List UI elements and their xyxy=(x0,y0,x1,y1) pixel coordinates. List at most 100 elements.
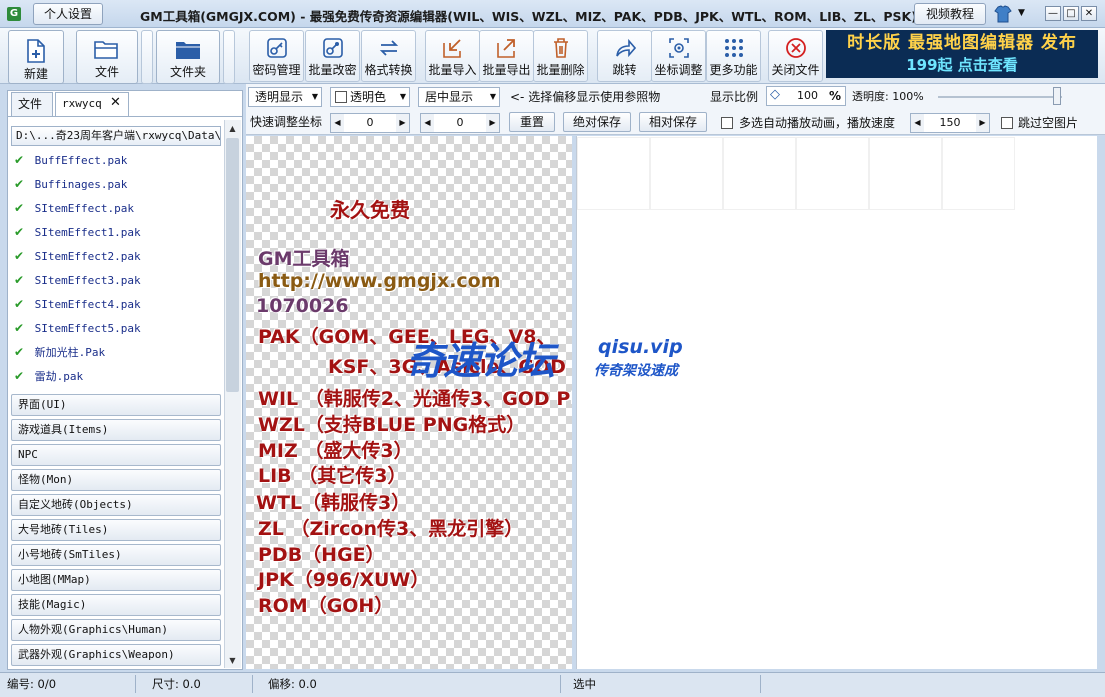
maximize-button[interactable]: □ xyxy=(1063,6,1079,21)
spin-right-icon[interactable]: ▶ xyxy=(396,114,409,132)
key-icon xyxy=(266,38,287,58)
file-label: 文件 xyxy=(94,65,119,79)
checkmark-icon: ✔ xyxy=(14,297,25,311)
skip-empty-checkbox[interactable] xyxy=(1001,117,1013,129)
opacity-slider-track[interactable] xyxy=(938,96,1062,98)
batch-password-button[interactable]: 批量改密 xyxy=(305,30,360,82)
spin-left-icon[interactable]: ◀ xyxy=(331,114,344,132)
dropdown-arrow-icon[interactable]: ▼ xyxy=(1018,8,1025,18)
batch-export-button[interactable]: 批量导出 xyxy=(479,30,534,82)
align-select[interactable]: 居中显示 ▼ xyxy=(418,87,500,107)
scroll-up-icon[interactable]: ▲ xyxy=(226,122,239,136)
personal-settings-button[interactable]: 个人设置 xyxy=(33,3,103,25)
password-manage-button[interactable]: 密码管理 xyxy=(249,30,304,82)
window-title: GM工具箱(GMGJX.COM) - 最强免费传奇资源编辑器(WIL、WIS、W… xyxy=(140,9,917,24)
promo-banner[interactable]: 时长版 最强地图编辑器 发布 199起 点击查看 xyxy=(826,30,1098,78)
scale-input[interactable]: ◇ 100 % xyxy=(766,86,846,106)
spin-right-icon[interactable]: ▶ xyxy=(486,114,499,132)
tab-close-icon[interactable]: ✕ xyxy=(110,95,121,110)
jump-button[interactable]: 跳转 xyxy=(597,30,652,82)
minimize-button[interactable]: — xyxy=(1045,6,1061,21)
close-file-label: 关闭文件 xyxy=(771,63,820,77)
file-name: BuffEffect.pak xyxy=(34,154,128,167)
category-objects[interactable]: 自定义地砖(Objects) xyxy=(11,494,221,516)
file-item[interactable]: ✔ SItemEffect3.pak xyxy=(14,269,141,291)
file-item[interactable]: ✔ SItemEffect4.pak xyxy=(14,293,141,315)
import-icon xyxy=(442,39,461,58)
absolute-save-button[interactable]: 绝对保存 xyxy=(563,112,631,132)
file-name: SItemEffect1.pak xyxy=(34,226,141,239)
folder-button[interactable]: 文件夹 xyxy=(156,30,220,84)
file-name: Buffinages.pak xyxy=(34,178,128,191)
close-window-button[interactable]: ✕ xyxy=(1081,6,1097,21)
video-tutorial-button[interactable]: 视频教程 xyxy=(914,3,986,25)
spin-right-icon[interactable]: ▶ xyxy=(976,114,989,132)
file-item[interactable]: ✔ BuffEffect.pak xyxy=(14,149,127,171)
coord-adjust-button[interactable]: 坐标调整 xyxy=(651,30,706,82)
coord-x-value: 0 xyxy=(366,116,374,129)
file-item[interactable]: ✔ Buffinages.pak xyxy=(14,173,127,195)
status-divider xyxy=(760,675,761,693)
coord-y-spinner[interactable]: ◀ 0 ▶ xyxy=(420,113,500,133)
format-convert-button[interactable]: 格式转换 xyxy=(361,30,416,82)
opacity-label: 透明度: 100% xyxy=(852,90,924,103)
display-mode-value: 透明显示 xyxy=(255,90,304,104)
new-button[interactable]: 新建 xyxy=(8,30,64,84)
file-item[interactable]: ✔ SItemEffect.pak xyxy=(14,197,134,219)
category-weapon[interactable]: 武器外观(Graphics\Weapon) xyxy=(11,644,221,666)
checkmark-icon: ✔ xyxy=(14,345,25,359)
file-item[interactable]: ✔ 雷劫.pak xyxy=(14,365,83,387)
scroll-thumb[interactable] xyxy=(226,138,239,392)
batch-delete-button[interactable]: 批量删除 xyxy=(533,30,588,82)
transparent-color-value: 透明色 xyxy=(350,90,387,104)
category-human[interactable]: 人物外观(Graphics\Human) xyxy=(11,619,221,641)
tab-file[interactable]: 文件 xyxy=(11,92,53,116)
file-name: SItemEffect2.pak xyxy=(34,250,141,263)
opacity-slider-thumb[interactable] xyxy=(1053,87,1061,105)
batch-delete-label: 批量删除 xyxy=(536,63,585,77)
scale-label: 显示比例 xyxy=(710,90,759,104)
display-mode-select[interactable]: 透明显示 ▼ xyxy=(248,87,322,107)
tab-rxwycq-label: rxwycq xyxy=(62,97,102,110)
file-button[interactable]: 文件 xyxy=(76,30,138,84)
reset-button[interactable]: 重置 xyxy=(509,112,555,132)
spin-left-icon[interactable]: ◀ xyxy=(421,114,434,132)
close-file-button[interactable]: 关闭文件 xyxy=(768,30,823,82)
checkmark-icon: ✔ xyxy=(14,273,25,287)
auto-play-checkbox[interactable] xyxy=(721,117,733,129)
ribbon-dropdown-handle-2[interactable] xyxy=(223,30,235,84)
scroll-down-icon[interactable]: ▼ xyxy=(226,654,239,668)
relative-save-button[interactable]: 相对保存 xyxy=(639,112,707,132)
ribbon-dropdown-handle[interactable] xyxy=(141,30,153,84)
file-name: SItemEffect.pak xyxy=(34,202,134,215)
speed-spinner[interactable]: ◀ 150 ▶ xyxy=(910,113,990,133)
file-item[interactable]: ✔ SItemEffect5.pak xyxy=(14,317,141,339)
spin-left-icon[interactable]: ◀ xyxy=(911,114,924,132)
status-divider xyxy=(135,675,136,693)
category-tiles[interactable]: 大号地砖(Tiles) xyxy=(11,519,221,541)
editor-canvas[interactable] xyxy=(576,136,1097,669)
category-magic[interactable]: 技能(Magic) xyxy=(11,594,221,616)
batch-import-button[interactable]: 批量导入 xyxy=(425,30,480,82)
preview-line: 1070026 xyxy=(256,295,349,317)
path-display[interactable]: D:\...奇23周年客户端\rxwycq\Data\ xyxy=(11,126,221,146)
batch-import-label: 批量导入 xyxy=(428,63,477,77)
category-npc[interactable]: NPC xyxy=(11,444,221,466)
category-mmap[interactable]: 小地图(MMap) xyxy=(11,569,221,591)
app-icon: G xyxy=(7,7,21,21)
more-functions-button[interactable]: 更多功能 xyxy=(706,30,761,82)
file-item[interactable]: ✔ 新加光柱.Pak xyxy=(14,341,105,363)
folder-icon xyxy=(176,42,200,59)
category-ui[interactable]: 界面(UI) xyxy=(11,394,221,416)
category-smtiles[interactable]: 小号地砖(SmTiles) xyxy=(11,544,221,566)
file-item[interactable]: ✔ SItemEffect2.pak xyxy=(14,245,141,267)
category-items[interactable]: 游戏道具(Items) xyxy=(11,419,221,441)
status-index: 编号: 0/0 xyxy=(7,677,57,691)
category-mon[interactable]: 怪物(Mon) xyxy=(11,469,221,491)
transparent-color-select[interactable]: 透明色 ▼ xyxy=(330,87,410,107)
checkmark-icon: ✔ xyxy=(14,153,25,167)
file-item[interactable]: ✔ SItemEffect1.pak xyxy=(14,221,141,243)
checkmark-icon: ✔ xyxy=(14,369,25,383)
coord-x-spinner[interactable]: ◀ 0 ▶ xyxy=(330,113,410,133)
skin-shirt-icon[interactable] xyxy=(993,4,1013,24)
